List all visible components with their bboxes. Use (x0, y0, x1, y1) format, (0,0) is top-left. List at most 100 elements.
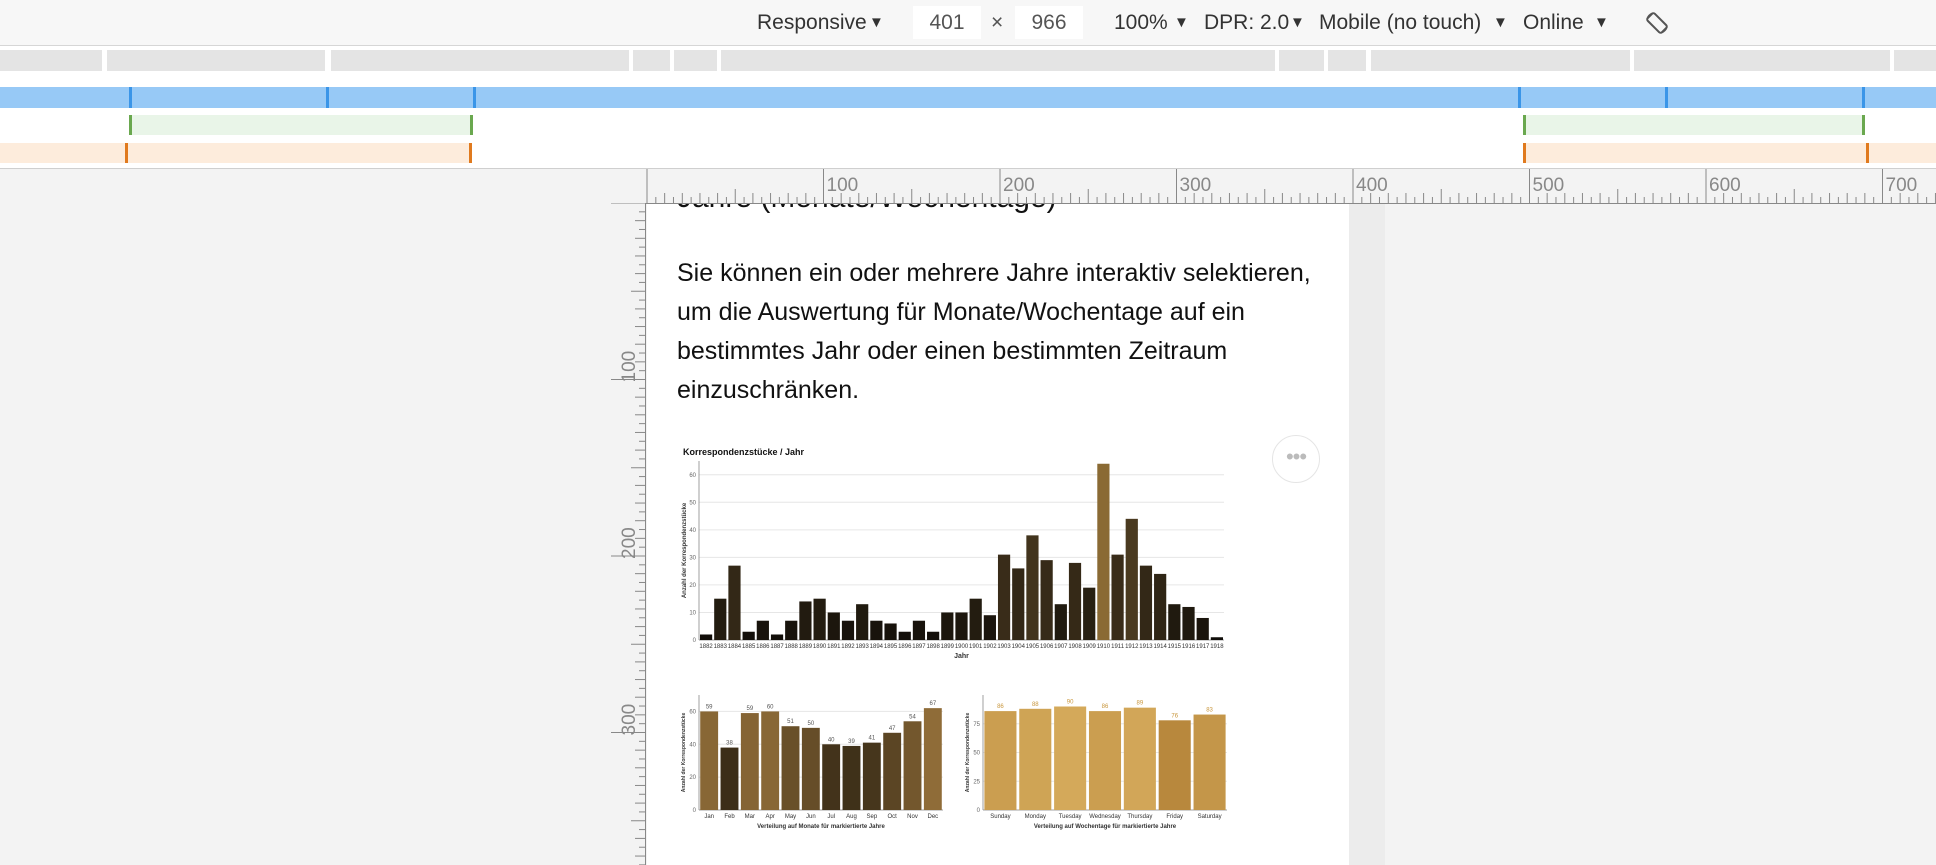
touch-caret-icon[interactable]: ▼ (1493, 14, 1508, 31)
dpr-caret-icon[interactable]: ▼ (1290, 14, 1305, 31)
ruler-label: 100 (827, 175, 859, 196)
media-query-segment[interactable] (1894, 50, 1936, 71)
media-query-segment[interactable] (107, 50, 325, 71)
rotate-icon[interactable] (1643, 9, 1671, 37)
bar (1068, 562, 1082, 640)
device-viewport[interactable]: Jahre (Monate/Wochentage) Sie können ein… (647, 204, 1349, 865)
x-tick-label: Aug (846, 814, 857, 820)
more-options-button[interactable]: ••• (1272, 435, 1320, 483)
touch-select[interactable]: Mobile (no touch) (1319, 11, 1481, 35)
device-select[interactable]: Responsive (757, 11, 867, 35)
media-query-segment[interactable] (1634, 50, 1890, 71)
network-select[interactable]: Online (1523, 11, 1584, 35)
x-tick-label: 1911 (1111, 644, 1125, 650)
data-label: 60 (767, 704, 774, 710)
x-tick-label: 1906 (1040, 644, 1054, 650)
bar (785, 620, 798, 640)
intro-paragraph: Sie können ein oder mehrere Jahre intera… (677, 259, 1311, 404)
bar (1193, 714, 1226, 810)
y-tick-label: 20 (689, 775, 696, 781)
bar (984, 711, 1017, 810)
data-label: 47 (889, 726, 896, 732)
bar (983, 615, 996, 640)
network-caret-icon[interactable]: ▼ (1594, 14, 1609, 31)
x-tick-label: Monday (1025, 814, 1046, 820)
media-query-segment[interactable] (674, 50, 717, 71)
x-tick-label: Wednesday (1089, 814, 1121, 820)
media-query-segment[interactable] (1279, 50, 1324, 71)
dpr-select[interactable]: DPR: 2.0 (1204, 11, 1289, 35)
media-tick (326, 87, 329, 108)
media-query-segment[interactable] (633, 50, 670, 71)
ruler-label: 500 (1533, 175, 1565, 196)
min-max-media-bar[interactable] (130, 115, 472, 135)
x-tick-label: 1886 (756, 644, 770, 650)
x-tick-label: 1904 (1012, 644, 1026, 650)
bar (856, 604, 869, 640)
bar (862, 742, 881, 810)
month-bar-chart[interactable]: 0 20 40 60 Jan 59 Feb 38 Mar 59 Apr 60 May 51 Jun 50 Jul… (677, 681, 949, 841)
x-tick-label: 1897 (912, 644, 926, 650)
bar (1154, 573, 1167, 640)
y-tick-label: 0 (693, 638, 697, 644)
media-tick (1523, 115, 1526, 135)
data-label: 39 (848, 739, 855, 745)
bar (1111, 554, 1124, 640)
chart-title: Korrespondenzstücke / Jahr (683, 447, 805, 457)
data-label: 51 (787, 719, 794, 725)
media-query-segment[interactable] (331, 50, 629, 71)
data-label: 54 (909, 714, 916, 720)
bar (801, 727, 820, 810)
x-tick-label: Thursday (1127, 814, 1152, 820)
year-bar-chart[interactable]: 01020304050601882 1883 1884 1885 1886 1887 188… (677, 443, 1232, 665)
x-tick-label: 1896 (898, 644, 912, 650)
bar (822, 744, 841, 810)
bar (841, 620, 855, 640)
media-query-segment[interactable] (1328, 50, 1366, 71)
min-width-media-bar[interactable] (0, 143, 472, 163)
vertical-ruler: 100 200 300 (611, 203, 646, 865)
media-query-segment[interactable] (721, 50, 1275, 71)
media-query-segment[interactable] (1371, 50, 1630, 71)
x-tick-label: 1910 (1097, 644, 1111, 650)
bar (1123, 707, 1156, 810)
x-tick-label: 1901 (969, 644, 983, 650)
min-width-media-bar[interactable] (1525, 143, 1936, 163)
ruler-label: 300 (1180, 175, 1212, 196)
bar (842, 745, 861, 810)
media-query-segment[interactable] (0, 50, 102, 71)
device-toolbar: Responsive ▼ 401 × 966 100% ▼ DPR: 2.0 ▼… (0, 0, 1936, 46)
zoom-caret-icon[interactable]: ▼ (1174, 14, 1189, 31)
weekday-bar-chart[interactable]: 0 25 50 75 Sunday 86 Monday 88 Tuesday 90 Wednesda… (961, 681, 1233, 841)
height-input[interactable]: 966 (1015, 6, 1083, 39)
bar (969, 598, 982, 640)
x-tick-label: 1907 (1054, 644, 1068, 650)
x-tick-label: 1905 (1026, 644, 1040, 650)
max-width-media-bar[interactable] (0, 87, 1936, 108)
x-tick-label: 1917 (1196, 644, 1210, 650)
data-label: 90 (1067, 700, 1074, 706)
media-tick (129, 115, 132, 135)
bar (1019, 708, 1052, 810)
media-tick (1518, 87, 1521, 108)
bar (813, 598, 826, 640)
y-tick-label: 40 (689, 742, 696, 748)
y-tick-label: 10 (689, 610, 696, 616)
media-tick (1665, 87, 1668, 108)
bar (1054, 706, 1087, 810)
data-label: 50 (807, 721, 814, 727)
media-tick (125, 143, 128, 163)
y-tick-label: 30 (689, 555, 696, 561)
bar (927, 631, 940, 640)
bar (761, 711, 780, 810)
x-tick-label: 1884 (728, 644, 742, 650)
device-caret-icon[interactable]: ▼ (869, 14, 884, 31)
x-tick-label: 1894 (870, 644, 884, 650)
x-tick-label: 1883 (714, 644, 728, 650)
min-max-media-bar[interactable] (1525, 115, 1862, 135)
y-axis-label: Anzahl der Korrespondenzstücke (965, 713, 971, 793)
bar (912, 620, 926, 640)
media-query-bars (0, 46, 1936, 168)
zoom-select[interactable]: 100% (1114, 11, 1168, 35)
width-input[interactable]: 401 (913, 6, 981, 39)
